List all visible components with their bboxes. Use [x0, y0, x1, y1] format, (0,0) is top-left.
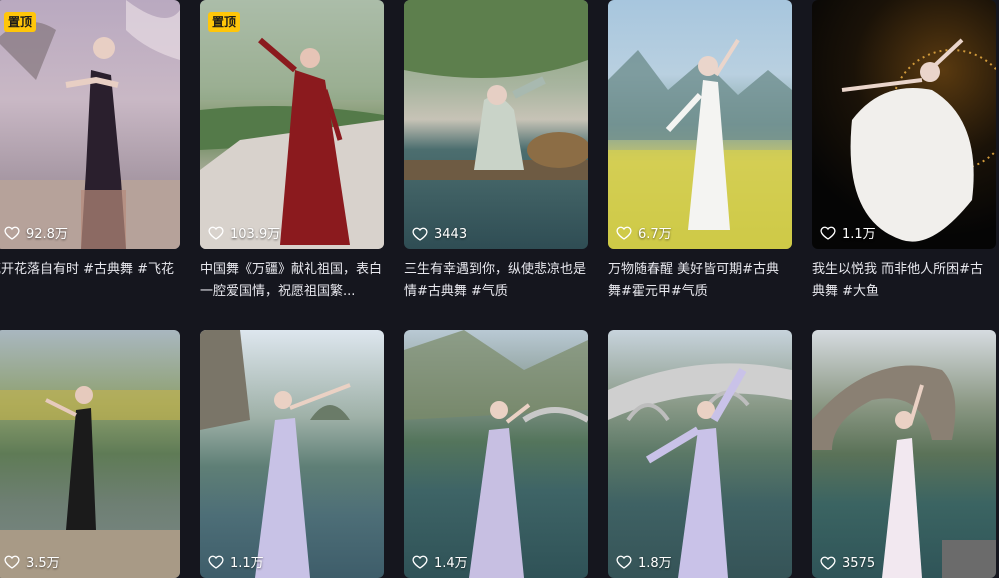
thumbnail-image	[404, 0, 588, 180]
heart-icon	[208, 555, 224, 569]
video-card[interactable]: 1.1万	[200, 330, 384, 578]
like-count-value: 6.7万	[638, 227, 672, 242]
like-count: 3.5万	[4, 552, 60, 571]
heart-icon	[820, 226, 836, 240]
like-count-value: 1.1万	[842, 227, 876, 242]
like-count-value: 3443	[434, 226, 468, 242]
video-caption[interactable]: 三生有幸遇到你，纵使悲凉也是情#古典舞 #气质	[404, 259, 588, 303]
pinned-badge: 置顶	[208, 12, 241, 32]
video-card[interactable]: 3.5万	[0, 330, 180, 578]
like-count-value: 3575	[842, 555, 876, 571]
heart-icon	[616, 226, 632, 240]
video-thumbnail[interactable]: 置顶 103.9万	[200, 0, 384, 249]
video-card[interactable]: 6.7万 万物随春醒 美好皆可期#古典舞#霍元甲#气质	[608, 0, 792, 303]
video-grid: 置顶 92.8万 花开花落自有时 #古典舞 #飞花 置顶 103.9万 中国舞《…	[0, 0, 999, 578]
like-count-value: 1.4万	[434, 556, 468, 571]
like-count: 6.7万	[616, 223, 672, 242]
heart-icon	[616, 555, 632, 569]
video-card[interactable]: 3443 三生有幸遇到你，纵使悲凉也是情#古典舞 #气质	[404, 0, 588, 303]
like-count: 92.8万	[4, 223, 68, 242]
heart-icon	[4, 226, 20, 240]
video-caption[interactable]: 我生以悦我 而非他人所困#古典舞 #大鱼	[812, 259, 996, 303]
video-thumbnail[interactable]: 置顶 92.8万	[0, 0, 180, 249]
thumbnail-image	[608, 363, 792, 578]
video-thumbnail[interactable]: 1.1万	[812, 0, 996, 249]
thumbnail-image	[0, 386, 180, 578]
like-count-value: 92.8万	[26, 227, 68, 242]
thumbnail-image	[0, 0, 180, 249]
thumbnail-image	[200, 0, 384, 249]
thumbnail-image	[200, 330, 351, 578]
like-count: 1.1万	[208, 552, 264, 571]
like-count: 103.9万	[208, 223, 280, 242]
video-card[interactable]: 1.4万	[404, 330, 588, 578]
video-thumbnail[interactable]: 3.5万	[0, 330, 180, 578]
video-caption[interactable]: 中国舞《万疆》献礼祖国，表白一腔爱国情，祝愿祖国繁...	[200, 259, 384, 303]
video-caption[interactable]: 花开花落自有时 #古典舞 #飞花	[0, 259, 180, 303]
video-card[interactable]: 1.8万	[608, 330, 792, 578]
video-thumbnail[interactable]: 6.7万	[608, 0, 792, 249]
pinned-badge: 置顶	[4, 12, 37, 32]
heart-icon	[820, 556, 836, 570]
video-thumbnail[interactable]: 1.8万	[608, 330, 792, 578]
like-count: 1.8万	[616, 552, 672, 571]
like-count-value: 1.8万	[638, 556, 672, 571]
like-count-value: 3.5万	[26, 556, 60, 571]
heart-icon	[412, 555, 428, 569]
video-caption[interactable]: 万物随春醒 美好皆可期#古典舞#霍元甲#气质	[608, 259, 792, 303]
video-card[interactable]: 1.1万 我生以悦我 而非他人所困#古典舞 #大鱼	[812, 0, 996, 303]
like-count: 1.4万	[412, 552, 468, 571]
thumbnail-image	[841, 38, 996, 242]
thumbnail-image	[608, 38, 792, 249]
like-count: 3443	[412, 226, 467, 242]
video-card[interactable]: 置顶 92.8万 花开花落自有时 #古典舞 #飞花	[0, 0, 180, 303]
like-count-value: 103.9万	[230, 227, 281, 242]
video-thumbnail[interactable]: 1.4万	[404, 330, 588, 578]
thumbnail-image	[404, 330, 588, 578]
like-count-value: 1.1万	[230, 556, 264, 571]
like-count: 3575	[820, 555, 875, 571]
heart-icon	[208, 226, 224, 240]
video-card[interactable]: 3575	[812, 330, 996, 578]
video-thumbnail[interactable]: 1.1万	[200, 330, 384, 578]
video-thumbnail[interactable]: 3443	[404, 0, 588, 249]
video-thumbnail[interactable]: 3575	[812, 330, 996, 578]
like-count: 1.1万	[820, 223, 876, 242]
heart-icon	[4, 555, 20, 569]
heart-icon	[412, 227, 428, 241]
video-card[interactable]: 置顶 103.9万 中国舞《万疆》献礼祖国，表白一腔爱国情，祝愿祖国繁...	[200, 0, 384, 303]
thumbnail-image	[812, 365, 996, 578]
